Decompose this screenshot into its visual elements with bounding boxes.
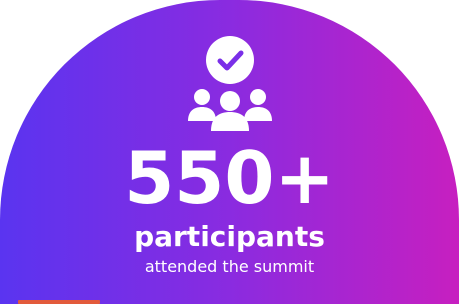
participant-count: 550+ <box>124 136 335 220</box>
icon-group <box>0 35 459 131</box>
group-users-icon <box>187 89 272 131</box>
check-circle-icon <box>205 36 254 84</box>
summit-stat-card: 550+ participants attended the summit <box>0 0 459 304</box>
participant-subtitle: attended the summit <box>144 257 315 276</box>
bottom-accent-bar <box>18 300 100 304</box>
participant-label: participants <box>134 220 325 253</box>
